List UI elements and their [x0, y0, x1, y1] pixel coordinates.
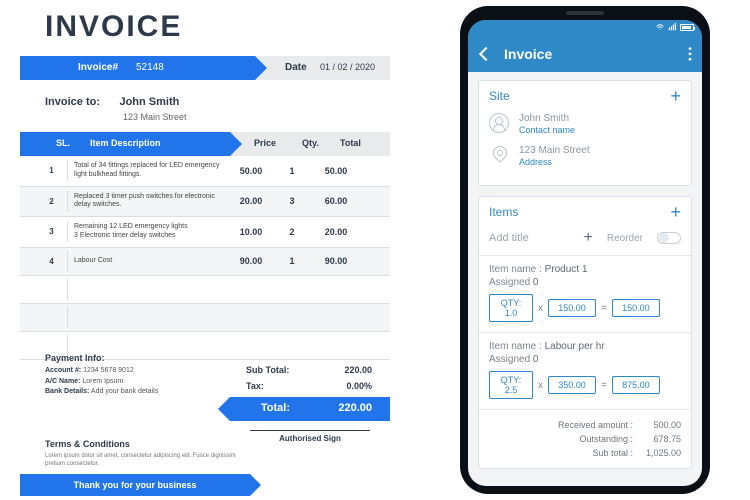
- address-row[interactable]: 123 Main Street Address: [489, 145, 681, 167]
- items-heading: Items: [489, 205, 518, 219]
- line-total: 150.00: [612, 299, 660, 317]
- table-row: 3 Remaining 12 LED emergency lights 3 El…: [20, 217, 390, 248]
- address-label: Address: [519, 157, 590, 167]
- equals-icon: =: [601, 303, 607, 314]
- phone-screen: Invoice Site + John Smith Contact name: [468, 20, 702, 486]
- to-address: 123 Main Street: [123, 112, 390, 122]
- phone-frame: Invoice Site + John Smith Contact name: [460, 6, 710, 494]
- summary-outstanding: Outstanding :678.75: [489, 432, 681, 446]
- invoice-number-label: Invoice#: [78, 62, 118, 73]
- summary-received: Received amount :500.00: [489, 418, 681, 432]
- app-content[interactable]: Site + John Smith Contact name 123 Main …: [468, 72, 702, 486]
- table-header: SL. Item Description Price Qty. Total: [20, 132, 390, 156]
- date-label: Date: [285, 62, 307, 73]
- terms: Terms & Conditions Lorem ipsum dolor sit…: [45, 439, 245, 469]
- doc-title: INVOICE: [45, 10, 390, 44]
- table-row: .: [20, 276, 390, 304]
- table-row: 1 Total of 34 fittings replaced for LED …: [20, 156, 390, 187]
- speaker-icon: [566, 11, 604, 15]
- th-qty: Qty.: [302, 138, 319, 148]
- payment-info-title: Payment Info:: [45, 353, 220, 363]
- location-pin-icon: [489, 145, 509, 165]
- qty-input[interactable]: QTY: 2.5: [489, 371, 533, 399]
- table-row: .: [20, 304, 390, 332]
- total-label: Total:: [261, 402, 290, 414]
- items-card: Items + Add title + Reorder Item name : …: [478, 196, 692, 469]
- table-body: 1 Total of 34 fittings replaced for LED …: [20, 156, 390, 360]
- signature-block: Authorised Sign: [250, 430, 370, 443]
- item-assigned: 0: [533, 354, 539, 365]
- subtotal-value: 220.00: [316, 365, 372, 375]
- site-heading: Site: [489, 89, 510, 103]
- thank-you-banner: Thank you for your business: [20, 474, 250, 496]
- th-sl: SL.: [56, 138, 70, 148]
- add-title-input[interactable]: Add title: [489, 232, 576, 244]
- address-value: 123 Main Street: [519, 145, 590, 156]
- item-assigned: 0: [533, 277, 539, 288]
- multiply-icon: x: [538, 380, 543, 391]
- th-price: Price: [254, 138, 276, 148]
- app-bar: Invoice: [468, 36, 702, 72]
- payment-info: Payment Info: Account #: 1234 5678 9012 …: [45, 353, 220, 398]
- total-value: 220.00: [338, 402, 372, 414]
- line-total: 875.00: [612, 376, 660, 394]
- invoice-document: INVOICE Invoice# 52148 Date 01 / 02 / 20…: [20, 0, 390, 500]
- item-row: Item name : Product 1 Assigned 0 QTY: 1.…: [489, 264, 681, 322]
- app-title: Invoice: [504, 46, 552, 62]
- item-name: Product 1: [545, 264, 588, 275]
- back-icon[interactable]: [478, 46, 494, 62]
- equals-icon: =: [601, 380, 607, 391]
- subtotal-label: Sub Total:: [246, 365, 316, 375]
- header-band: Invoice# 52148 Date 01 / 02 / 2020: [20, 56, 390, 80]
- multiply-icon: x: [538, 303, 543, 314]
- tax-label: Tax:: [246, 381, 316, 391]
- invoice-number: 52148: [136, 62, 164, 73]
- add-item-button[interactable]: +: [670, 206, 681, 218]
- date-value: 01 / 02 / 2020: [320, 62, 375, 72]
- contact-name-value: John Smith: [519, 113, 575, 124]
- add-title-plus-icon[interactable]: +: [584, 229, 593, 247]
- table-row: 2 Replaced 3 timer push switches for ele…: [20, 187, 390, 218]
- contact-name-label: Contact name: [519, 125, 575, 135]
- person-icon: [489, 113, 509, 133]
- reorder-toggle[interactable]: [657, 232, 681, 244]
- overflow-menu-icon[interactable]: [688, 46, 692, 62]
- th-total: Total: [340, 138, 361, 148]
- contact-row[interactable]: John Smith Contact name: [489, 113, 681, 135]
- terms-body: Lorem ipsum dolor sit amet, consectetur …: [45, 452, 245, 469]
- price-input[interactable]: 350.00: [548, 376, 596, 394]
- price-input[interactable]: 150.00: [548, 299, 596, 317]
- qty-input[interactable]: QTY: 1.0: [489, 294, 533, 322]
- status-bar: [468, 20, 702, 36]
- to-name: John Smith: [119, 96, 179, 108]
- summary-subtotal: Sub total :1,025.00: [489, 446, 681, 460]
- signature-label: Authorised Sign: [250, 434, 370, 443]
- table-row: 4 Labour Cost 90.00 1 90.00: [20, 248, 390, 276]
- bill-to: Invoice to: John Smith 123 Main Street: [45, 92, 390, 122]
- to-label: Invoice to:: [45, 96, 115, 108]
- reorder-label: Reorder: [607, 233, 643, 244]
- site-card: Site + John Smith Contact name 123 Main …: [478, 80, 692, 186]
- item-name: Labour per hr: [545, 341, 605, 352]
- tax-value: 0.00%: [316, 381, 372, 391]
- add-site-button[interactable]: +: [670, 90, 681, 102]
- th-desc: Item Description: [90, 138, 161, 148]
- item-row: Item name : Labour per hr Assigned 0 QTY…: [489, 341, 681, 399]
- battery-icon: [680, 24, 694, 31]
- signal-icon: [668, 23, 676, 31]
- wifi-icon: [656, 23, 664, 31]
- terms-title: Terms & Conditions: [45, 439, 245, 449]
